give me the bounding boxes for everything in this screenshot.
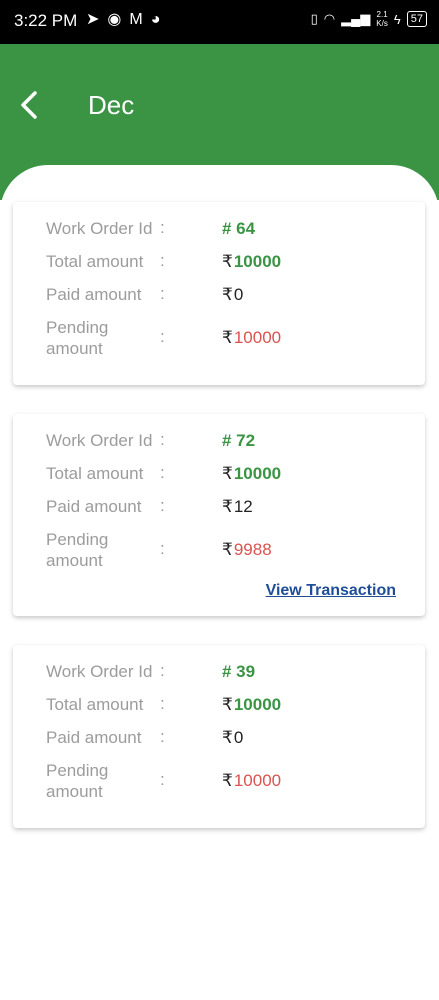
- total-amount-number: 10000: [233, 695, 282, 714]
- paid-amount-value: ₹0: [222, 284, 243, 305]
- notification-icons: ➤ ◉ M ◕: [86, 11, 160, 29]
- charging-icon: ϟ: [393, 11, 401, 27]
- paid-amount-label: Paid amount: [46, 728, 142, 747]
- colon: :: [160, 661, 165, 680]
- paid-amount-value: ₹12: [222, 496, 253, 517]
- colon: :: [160, 539, 165, 558]
- status-right: ▯ ◠ ▂▄▆ 2.1 K/s ϟ 57: [311, 10, 427, 28]
- vibrate-icon: ▯: [310, 11, 318, 26]
- wifi-icon: ◠: [323, 11, 336, 26]
- rupee-symbol: ₹: [222, 464, 233, 483]
- rupee-symbol: ₹: [222, 285, 233, 304]
- work-order-id-value: # 39: [222, 662, 256, 681]
- colon: :: [160, 727, 165, 746]
- net-speed-unit: K/s: [376, 19, 388, 28]
- pending-label-line2: amount: [46, 782, 103, 801]
- total-amount-number: 10000: [233, 252, 282, 271]
- telegram-icon: ➤: [86, 11, 100, 28]
- paid-amount-number: 0: [233, 728, 244, 747]
- pending-amount-label: Pending amount: [46, 760, 108, 802]
- pending-label-line2: amount: [46, 551, 103, 570]
- chevron-left-icon: [21, 91, 37, 119]
- pending-amount-value: ₹9988: [222, 539, 272, 560]
- colon: :: [160, 496, 165, 515]
- total-amount-number: 10000: [233, 464, 282, 483]
- view-transaction-link[interactable]: View Transaction: [266, 582, 396, 600]
- paid-amount-label: Paid amount: [46, 285, 142, 304]
- rupee-symbol: ₹: [222, 728, 233, 747]
- work-order-card: Work Order Id : # 39 Total amount : ₹100…: [13, 645, 425, 828]
- back-button[interactable]: [16, 88, 42, 122]
- colon: :: [160, 284, 165, 303]
- colon: :: [160, 251, 165, 270]
- rupee-symbol: ₹: [222, 540, 233, 559]
- rupee-symbol: ₹: [222, 252, 233, 271]
- pending-label-line2: amount: [46, 339, 103, 358]
- rupee-symbol: ₹: [222, 328, 233, 347]
- work-order-id-label: Work Order Id: [46, 662, 153, 681]
- pending-amount-number: 10000: [233, 328, 282, 347]
- circle-app-icon: ◉: [107, 11, 122, 28]
- signal-icon: ▂▄▆: [341, 11, 371, 26]
- pending-label-line1: Pending: [46, 530, 109, 549]
- pending-amount-label: Pending amount: [46, 317, 108, 359]
- app-badge-icon: ◕: [150, 11, 161, 28]
- status-time: 3:22 PM: [14, 11, 78, 30]
- work-order-id-value: # 64: [222, 219, 256, 238]
- paid-amount-label: Paid amount: [46, 497, 142, 516]
- rupee-symbol: ₹: [222, 771, 233, 790]
- pending-label-line1: Pending: [46, 318, 109, 337]
- battery-icon: 57: [406, 11, 427, 27]
- total-amount-label: Total amount: [46, 695, 144, 714]
- work-order-id-value: # 72: [222, 431, 256, 450]
- colon: :: [160, 770, 165, 789]
- colon: :: [160, 430, 165, 449]
- status-bar: 3:22 PM ➤ ◉ M ◕ ▯ ◠ ▂▄▆ 2.1 K/s ϟ 57: [0, 0, 439, 44]
- gmail-icon: M: [129, 11, 143, 28]
- rupee-symbol: ₹: [222, 497, 233, 516]
- pending-amount-value: ₹10000: [222, 770, 281, 791]
- colon: :: [160, 694, 165, 713]
- pending-amount-label: Pending amount: [46, 529, 108, 571]
- colon: :: [160, 218, 165, 237]
- work-order-id-label: Work Order Id: [46, 431, 153, 450]
- pending-label-line1: Pending: [46, 761, 109, 780]
- net-speed-value: 2.1: [376, 10, 388, 19]
- paid-amount-value: ₹0: [222, 727, 243, 748]
- colon: :: [160, 463, 165, 482]
- work-order-id-label: Work Order Id: [46, 219, 153, 238]
- total-amount-value: ₹10000: [222, 694, 281, 715]
- work-order-card: Work Order Id : # 64 Total amount : ₹100…: [13, 202, 425, 385]
- rupee-symbol: ₹: [222, 695, 233, 714]
- paid-amount-number: 12: [233, 497, 253, 516]
- paid-amount-number: 0: [233, 285, 244, 304]
- total-amount-label: Total amount: [46, 252, 144, 271]
- total-amount-value: ₹10000: [222, 463, 281, 484]
- pending-amount-number: 10000: [233, 771, 282, 790]
- colon: :: [160, 327, 165, 346]
- net-speed: 2.1 K/s: [376, 10, 388, 28]
- pending-amount-number: 9988: [233, 540, 272, 559]
- work-order-card: Work Order Id : # 72 Total amount : ₹100…: [13, 414, 425, 616]
- pending-amount-value: ₹10000: [222, 327, 281, 348]
- total-amount-value: ₹10000: [222, 251, 281, 272]
- page-title: Dec: [88, 90, 135, 120]
- total-amount-label: Total amount: [46, 464, 144, 483]
